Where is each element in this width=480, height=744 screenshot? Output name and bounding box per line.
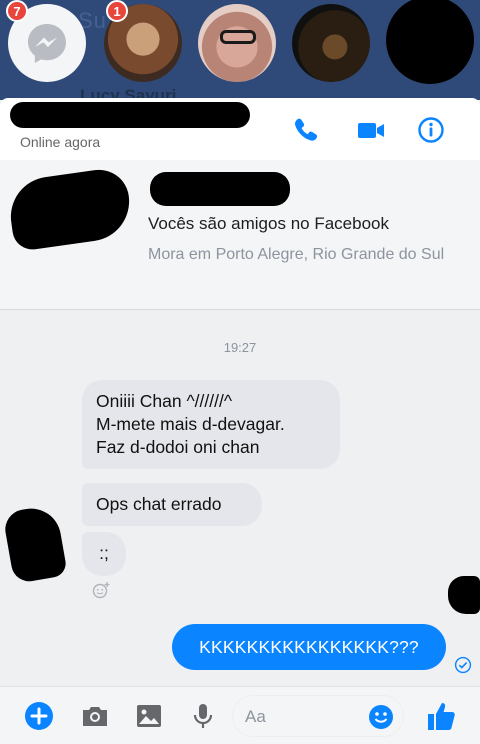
message-timestamp: 19:27 — [223, 340, 257, 355]
camera-icon[interactable] — [80, 701, 110, 731]
info-icon[interactable] — [416, 116, 446, 144]
online-status: Online agora — [20, 134, 101, 150]
unread-badge: 1 — [106, 0, 128, 22]
video-call-icon[interactable] — [356, 116, 386, 144]
redacted-profile-photo — [5, 165, 135, 253]
location-info: Mora em Porto Alegre, Rio Grande do Sul — [148, 246, 445, 263]
redacted-seen-avatar — [448, 576, 480, 614]
phone-icon[interactable] — [292, 116, 322, 144]
friend-chat-head[interactable] — [292, 4, 370, 82]
redacted-chat-head[interactable] — [386, 0, 474, 84]
message-line: M-mete mais d-devagar. — [96, 414, 285, 434]
friend-chat-head[interactable] — [198, 4, 276, 82]
redacted-profile-name — [150, 172, 290, 206]
unread-badge: 7 — [6, 0, 28, 22]
sent-check-icon — [454, 656, 472, 674]
friendship-status: Vocês são amigos no Facebook — [148, 214, 389, 233]
message-line: :; — [99, 543, 109, 563]
messenger-icon — [28, 24, 66, 63]
message-line: Faz d-dodoi oni chan — [96, 437, 260, 457]
message-composer — [0, 686, 480, 744]
emoji-icon[interactable] — [367, 703, 395, 731]
plus-icon[interactable] — [24, 701, 54, 731]
image-icon[interactable] — [134, 701, 164, 731]
message-line: Ops chat errado — [96, 494, 222, 514]
incoming-message-bubble[interactable]: :; — [82, 532, 126, 576]
message-line: Oniiii Chan ^//////^ — [96, 391, 233, 411]
profile-summary: Vocês são amigos no Facebook Mora em Por… — [0, 160, 480, 310]
incoming-message-bubble[interactable]: Oniiii Chan ^//////^ M-mete mais d-devag… — [82, 380, 340, 469]
redacted-contact-name — [10, 102, 250, 128]
glasses-decoration — [220, 30, 256, 44]
microphone-icon[interactable] — [188, 701, 218, 731]
add-reaction-icon[interactable] — [92, 581, 110, 599]
conversation-header: Online agora — [0, 98, 480, 160]
message-input[interactable] — [245, 705, 355, 729]
message-input-container[interactable] — [232, 695, 404, 737]
chat-heads-bar: Su uri Lucy Sayuri 7 1 — [0, 0, 480, 100]
outgoing-message-bubble[interactable]: KKKKKKKKKKKKKKKK??? — [172, 624, 446, 670]
redacted-sender-avatar — [2, 503, 68, 585]
incoming-message-bubble[interactable]: Ops chat errado — [82, 483, 262, 526]
thumbs-up-icon[interactable] — [424, 699, 458, 733]
